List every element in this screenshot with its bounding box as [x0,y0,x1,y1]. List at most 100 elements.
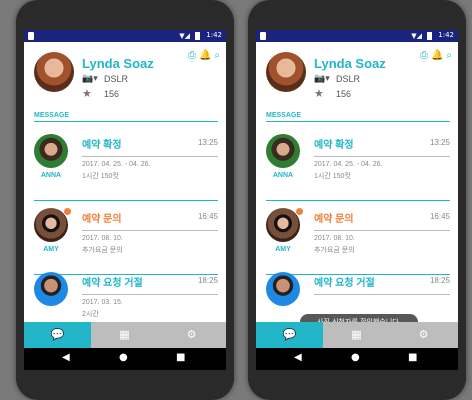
section-label: MESSAGE [266,112,302,119]
avatar [266,272,300,306]
tab-bar: 💬 ▦ ⚙ [24,322,226,348]
bell-icon[interactable]: 🔔 [431,50,443,61]
toolbar-icons: ⎙ 🔔 ⌕ [185,50,220,61]
calendar-icon: ▦ [351,328,362,341]
message-time: 18:25 [429,276,450,285]
profile-avatar[interactable] [34,52,74,92]
back-icon[interactable]: ◀ [294,352,302,363]
star-icon: ★ [82,87,92,100]
avatar [34,134,68,168]
status-bar: ▼◢ 1:42 [24,30,226,42]
profile-header: Lynda Soaz 📷▾ DSLR ★ 156 ⎙ 🔔 ⌕ [24,42,226,110]
status-time: 1:42 [438,31,454,39]
signal-icon: ▼◢ [179,32,190,40]
star-icon: ★ [314,87,324,100]
message-date: 2017. 03. 15. [82,299,123,306]
message-date: 2017. 04. 25. - 04. 26. [82,161,151,168]
bell-icon[interactable]: 🔔 [199,50,211,61]
message-detail: 1시간 150컷 [314,173,351,180]
battery-icon [427,32,432,40]
tab-chat[interactable]: 💬 [24,322,91,348]
message-time: 13:25 [429,138,450,147]
chat-icon: 💬 [50,328,65,341]
message-time: 16:45 [429,212,450,221]
message-title: 예약 문의 [314,214,354,225]
search-icon[interactable]: ⌕ [214,50,220,61]
divider [314,294,450,295]
message-time: 18:25 [197,276,218,285]
back-icon[interactable]: ◀ [62,352,70,363]
message-date: 2017. 08. 10. [82,235,123,242]
toolbar-icons: ⎙ 🔔 ⌕ [417,50,452,61]
message-date: 2017. 04. 25. - 04. 26. [314,161,383,168]
status-bar: ▼◢ 1:42 [256,30,458,42]
rating-count: 156 [336,89,352,99]
sim-icon [28,32,34,40]
unread-dot [64,208,71,215]
tab-chat[interactable]: 💬 [256,322,323,348]
battery-icon [195,32,200,40]
message-title: 예약 문의 [82,214,122,225]
message-date: 2017. 08. 10. [314,235,355,242]
message-detail: 2시간 [82,311,99,318]
profile-avatar[interactable] [266,52,306,92]
message-title: 예약 확정 [314,140,354,151]
recent-apps-icon[interactable]: ■ [408,352,417,363]
printer-icon[interactable]: ⎙ [188,50,196,61]
recent-apps-icon[interactable]: ■ [176,352,185,363]
message-time: 13:25 [197,138,218,147]
tab-calendar[interactable]: ▦ [91,322,158,348]
divider [82,230,218,231]
signal-icon: ▼◢ [411,32,422,40]
search-icon[interactable]: ⌕ [446,50,452,61]
divider [82,294,218,295]
section-label: MESSAGE [34,112,70,119]
message-detail: 추가요금 문의 [82,247,123,254]
message-time: 16:45 [197,212,218,221]
printer-icon[interactable]: ⎙ [420,50,428,61]
gear-icon: ⚙ [186,328,197,341]
camera-icon: 📷▾ [314,74,330,84]
phone-left: ▼◢ 1:42 Lynda Soaz 📷▾ DSLR ★ 156 ⎙ 🔔 ⌕ MES… [16,0,234,400]
message-detail: 1시간 150컷 [82,173,119,180]
sender-name: ANNA [272,172,294,179]
tab-calendar[interactable]: ▦ [323,322,390,348]
home-icon[interactable]: ● [119,352,128,363]
nav-bar: ◀ ● ■ [256,348,458,370]
status-time: 1:42 [206,31,222,39]
camera-icon: 📷▾ [82,74,98,84]
avatar [266,134,300,168]
rating-count: 156 [104,89,120,99]
avatar [34,272,68,306]
message-item[interactable]: ANNA 예약 확정 13:25 2017. 04. 25. - 04. 26.… [256,126,458,202]
phone-right: ▼◢ 1:42 Lynda Soaz 📷▾ DSLR ★ 156 ⎙ 🔔 ⌕ MES… [248,0,466,400]
sender-name: AMY [275,246,291,253]
avatar [34,208,68,242]
tab-settings[interactable]: ⚙ [390,322,457,348]
screen: ▼◢ 1:42 Lynda Soaz 📷▾ DSLR ★ 156 ⎙ 🔔 ⌕ MES… [256,30,458,370]
message-title: 예약 요청 거절 [314,278,375,289]
profile-header: Lynda Soaz 📷▾ DSLR ★ 156 ⎙ 🔔 ⌕ [256,42,458,110]
tab-bar: 💬 ▦ ⚙ [256,322,458,348]
section-divider [266,121,450,122]
message-title: 예약 요청 거절 [82,278,143,289]
message-detail: 추가요금 문의 [314,247,355,254]
divider [314,230,450,231]
screen: ▼◢ 1:42 Lynda Soaz 📷▾ DSLR ★ 156 ⎙ 🔔 ⌕ MES… [24,30,226,370]
tab-settings[interactable]: ⚙ [158,322,225,348]
profile-name: Lynda Soaz [314,56,386,71]
home-icon[interactable]: ● [351,352,360,363]
chat-icon: 💬 [282,328,297,341]
profile-name: Lynda Soaz [82,56,154,71]
calendar-icon: ▦ [119,328,130,341]
avatar [266,208,300,242]
message-item[interactable]: ANNA 예약 확정 13:25 2017. 04. 25. - 04. 26.… [24,126,226,202]
sim-icon [260,32,266,40]
camera-label: DSLR [336,74,361,84]
gear-icon: ⚙ [418,328,429,341]
unread-dot [296,208,303,215]
section-divider [34,121,218,122]
camera-label: DSLR [104,74,129,84]
divider [314,156,450,157]
divider [82,156,218,157]
